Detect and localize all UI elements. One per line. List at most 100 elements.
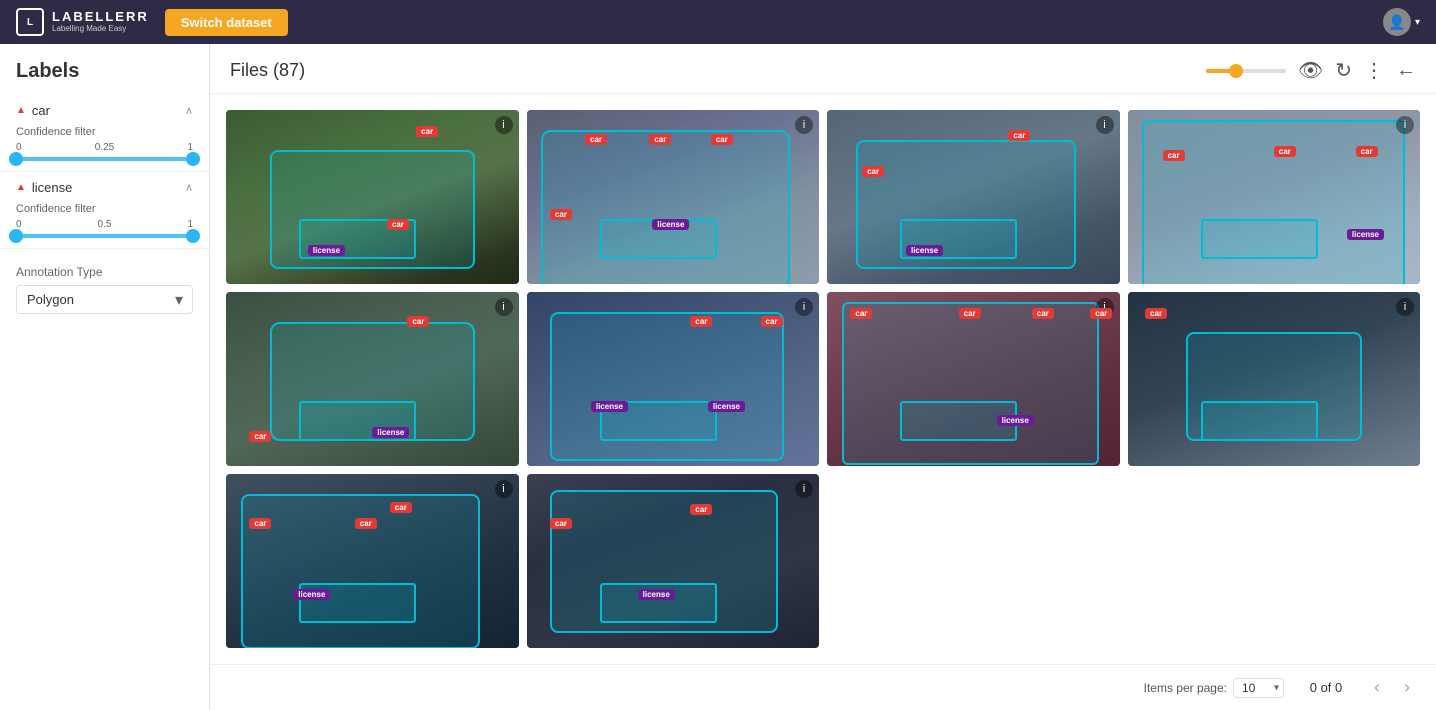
labels-title: Labels xyxy=(0,44,209,95)
annotation-type-label: Annotation Type xyxy=(16,265,193,279)
gallery-item[interactable]: carcarcarlicensei xyxy=(226,474,519,648)
label-tag-license: license xyxy=(308,245,345,256)
label-tag-license: license xyxy=(372,427,409,438)
logo-tagline: Labelling Made Easy xyxy=(52,25,149,34)
per-page-wrapper[interactable]: 10 25 50 100 xyxy=(1233,678,1284,698)
info-badge[interactable]: i xyxy=(795,116,813,134)
refresh-icon[interactable]: ↻ xyxy=(1335,58,1352,83)
switch-dataset-button[interactable]: Switch dataset xyxy=(165,9,288,36)
info-badge[interactable]: i xyxy=(1396,298,1414,316)
slider-fill-license xyxy=(16,234,193,238)
label-tag-car: car xyxy=(850,308,872,319)
polygon-overlay xyxy=(1142,120,1405,284)
logo-name: LABELLERR xyxy=(52,10,149,24)
chevron-up-license[interactable]: ∧ xyxy=(185,181,193,194)
visibility-icon[interactable]: 👁 xyxy=(1298,58,1323,83)
info-badge[interactable]: i xyxy=(795,298,813,316)
polygon-overlay xyxy=(541,130,790,284)
label-tag-car: car xyxy=(355,518,377,529)
label-tag-car: car xyxy=(249,431,271,442)
annotation-type-select[interactable]: Polygon BoundingBox Segmentation xyxy=(16,285,193,314)
label-tag-car: car xyxy=(711,134,733,145)
logo-text: LABELLERR Labelling Made Easy xyxy=(52,10,149,33)
content-header: Files (87) 👁 ↻ ⋮ ← xyxy=(210,44,1436,94)
files-title: Files (87) xyxy=(230,60,305,81)
annotation-type-wrapper[interactable]: Polygon BoundingBox Segmentation xyxy=(16,285,193,314)
label-tag-car: car xyxy=(690,316,712,327)
sidebar: Labels ▲ car ∧ Confidence filter 0 0.25 … xyxy=(0,44,210,710)
user-menu[interactable]: 👤 ▾ xyxy=(1383,8,1420,36)
gallery-item[interactable]: carcarcarcarlicensei xyxy=(527,110,820,284)
main-layout: Labels ▲ car ∧ Confidence filter 0 0.25 … xyxy=(0,44,1436,710)
polygon-overlay-license xyxy=(1201,219,1318,259)
label-tag-car: car xyxy=(249,518,271,529)
more-icon[interactable]: ⋮ xyxy=(1364,58,1384,83)
label-tag-license: license xyxy=(708,401,745,412)
slider-track-car[interactable] xyxy=(16,157,193,161)
gallery-item[interactable]: car car license i xyxy=(827,110,1120,284)
label-tag-car: car xyxy=(1356,146,1378,157)
label-tag-license: license xyxy=(997,415,1034,426)
zoom-slider-thumb[interactable] xyxy=(1229,64,1243,78)
gallery-item[interactable]: carcarcarlicensei xyxy=(1128,110,1421,284)
gallery-item[interactable]: car car license i xyxy=(226,110,519,284)
info-badge[interactable]: i xyxy=(495,298,513,316)
gallery-item[interactable]: carcarlicensei xyxy=(527,474,820,648)
label-tag-car: car xyxy=(387,219,409,230)
label-tag-car: car xyxy=(649,134,671,145)
chevron-up-car[interactable]: ∧ xyxy=(185,104,193,117)
label-tag-license: license xyxy=(906,245,943,256)
label-tag-car: car xyxy=(1032,308,1054,319)
back-icon[interactable]: ← xyxy=(1396,59,1416,82)
label-name-car: car xyxy=(32,103,50,118)
polygon-overlay xyxy=(241,494,481,648)
footer: Items per page: 10 25 50 100 0 of 0 ‹ › xyxy=(210,664,1436,710)
slider-fill-car xyxy=(16,157,193,161)
info-badge[interactable]: i xyxy=(495,480,513,498)
slider-thumb-right-car[interactable] xyxy=(186,152,200,166)
info-badge[interactable]: i xyxy=(1096,116,1114,134)
label-tag-car: car xyxy=(862,166,884,177)
slider-thumb-left-license[interactable] xyxy=(9,229,23,243)
label-tag-car: car xyxy=(761,316,783,327)
annotation-type-section: Annotation Type Polygon BoundingBox Segm… xyxy=(0,249,209,330)
zoom-slider-track[interactable] xyxy=(1206,69,1286,73)
gallery-item[interactable]: cari xyxy=(1128,292,1421,466)
label-tag-car: car xyxy=(1008,130,1030,141)
user-dropdown-icon: ▾ xyxy=(1415,17,1420,28)
gallery-item[interactable]: car car license i xyxy=(226,292,519,466)
slider-track-license[interactable] xyxy=(16,234,193,238)
label-tag-car: car xyxy=(407,316,429,327)
label-tag-car: car xyxy=(416,126,438,137)
label-tag-license: license xyxy=(591,401,628,412)
triangle-icon-car: ▲ xyxy=(16,105,26,116)
label-tag-car: car xyxy=(585,134,607,145)
confidence-label-license: Confidence filter xyxy=(16,203,193,215)
label-tag-license: license xyxy=(1347,229,1384,240)
gallery-item[interactable]: carcarcarcarlicensei xyxy=(827,292,1120,466)
header-controls: 👁 ↻ ⋮ ← xyxy=(1206,58,1416,83)
slider-thumb-right-license[interactable] xyxy=(186,229,200,243)
logo-box: L xyxy=(16,8,44,36)
label-tag-license: license xyxy=(293,589,330,600)
triangle-icon-license: ▲ xyxy=(16,182,26,193)
items-per-page: Items per page: 10 25 50 100 xyxy=(1144,678,1284,698)
info-badge[interactable]: i xyxy=(795,480,813,498)
zoom-control[interactable] xyxy=(1206,69,1286,73)
prev-page-button[interactable]: ‹ xyxy=(1368,675,1386,700)
label-tag-car: car xyxy=(1090,308,1112,319)
logo-area: L LABELLERR Labelling Made Easy xyxy=(16,8,149,36)
polygon-overlay-license xyxy=(1201,401,1318,441)
per-page-select[interactable]: 10 25 50 100 xyxy=(1233,678,1284,698)
info-badge[interactable]: i xyxy=(495,116,513,134)
label-item-license: ▲ license ∧ Confidence filter 0 0.5 1 xyxy=(0,172,209,249)
label-tag-license: license xyxy=(638,589,675,600)
info-badge[interactable]: i xyxy=(1396,116,1414,134)
slider-thumb-left-car[interactable] xyxy=(9,152,23,166)
gallery-item[interactable]: car car license license i xyxy=(527,292,820,466)
label-header-car: ▲ car ∧ xyxy=(16,103,193,118)
label-tag-car: car xyxy=(1274,146,1296,157)
next-page-button[interactable]: › xyxy=(1398,675,1416,700)
header: L LABELLERR Labelling Made Easy Switch d… xyxy=(0,0,1436,44)
label-tag-license: license xyxy=(652,219,689,230)
